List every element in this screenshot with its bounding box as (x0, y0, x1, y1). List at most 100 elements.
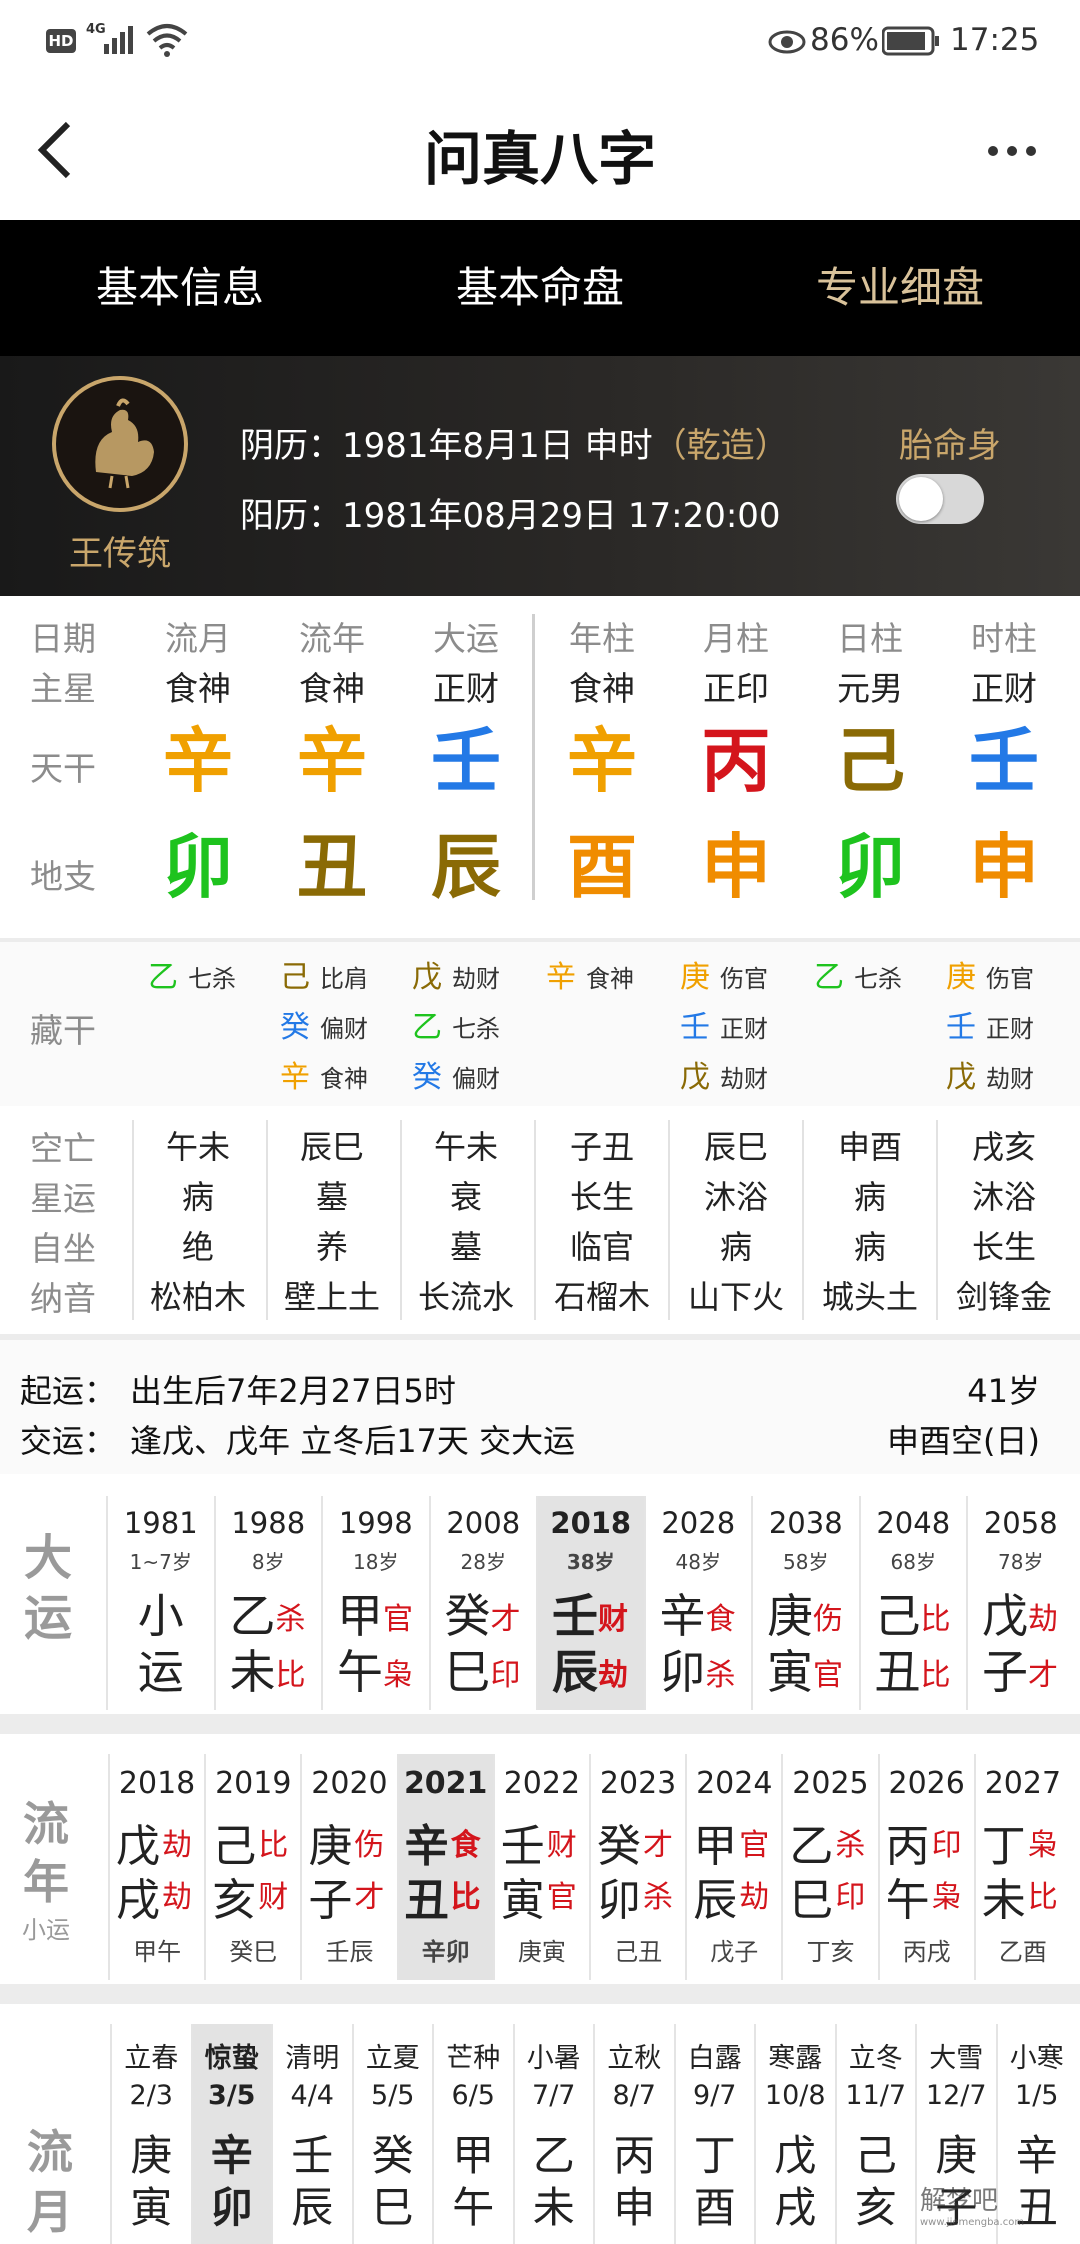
chevron-left-icon[interactable] (30, 118, 80, 182)
liuyue-date: 4/4 (290, 2080, 334, 2111)
hidden-stem-god: 偏财 (320, 1015, 368, 1043)
dayun-column[interactable]: 2048 68岁己比丑比 (858, 1496, 967, 1710)
liunian-branch: 寅 (500, 1875, 545, 1926)
attr-cell: 沐浴 (703, 1178, 768, 1216)
hidden-stem-god: 正财 (720, 1015, 768, 1043)
hidden-stem-item: 己比肩 (280, 952, 368, 996)
liuyue-section: 流 月 立春 2/3 庚寅惊蛰 3/5 辛卯清明 4/4 壬辰立夏 5/5 癸巳芒种 6/5 甲午小… (0, 2004, 1080, 2244)
pillar-stem[interactable]: 丙 (676, 726, 796, 796)
dayun-column[interactable]: 2008 28岁癸才巳印 (428, 1496, 537, 1710)
hidden-stem-item: 乙七杀 (814, 952, 902, 996)
dayun-branch-god: 比 (275, 1658, 306, 1693)
dayun-column[interactable]: 2018 38岁壬财辰劫 (536, 1496, 644, 1710)
dayun-column[interactable]: 1988 8岁乙杀未比 (213, 1496, 322, 1710)
hidden-stem-char: 癸 (412, 1060, 442, 1095)
liuyue-column[interactable]: 立冬 11/7 己亥 (834, 2024, 916, 2244)
attr-cell: 壁上土 (283, 1278, 380, 1316)
dayun-branch: 未 (229, 1645, 276, 1699)
liuyue-column[interactable]: 寒露 10/8 戊戌 (754, 2024, 835, 2244)
xiaoyun-pillar: 丁亥 (806, 1938, 855, 1966)
pillar-stem[interactable]: 辛 (542, 726, 662, 796)
liunian-branch-god: 官 (546, 1880, 577, 1915)
liuyue-column[interactable]: 小暑 7/7 乙未 (512, 2024, 594, 2244)
liuyue-column[interactable]: 立秋 8/7 丙申 (593, 2024, 674, 2244)
liunian-column[interactable]: 2022 壬财寅官庚寅 (492, 1754, 589, 1980)
pillar-stem[interactable]: 辛 (138, 726, 258, 796)
pillar-branch[interactable]: 辰 (406, 832, 526, 902)
pillar-branch[interactable]: 酉 (542, 832, 662, 902)
liunian-column[interactable]: 2027 丁枭未比乙酉 (973, 1754, 1070, 1980)
dayun-column[interactable]: 2058 78岁戊劫子才 (966, 1496, 1074, 1710)
hidden-stem-item: 壬正财 (680, 1002, 768, 1046)
dayun-column[interactable]: 2038 58岁庚伤寅官 (751, 1496, 859, 1710)
pillar-star: 食神 (299, 669, 365, 708)
dayun-column[interactable]: 1981 1~7岁小运 (106, 1496, 214, 1710)
liunian-stem-god: 枭 (1027, 1828, 1058, 1863)
liunian-branch: 亥 (212, 1875, 257, 1926)
pillar-star: 正财 (971, 669, 1037, 708)
pillar-head: 日柱 (837, 619, 903, 658)
pillar-star: 食神 (569, 669, 635, 708)
liunian-year: 2020 (311, 1766, 388, 1801)
liunian-stem-god: 劫 (162, 1828, 192, 1863)
liunian-column[interactable]: 2021 辛食丑比辛卯 (396, 1754, 493, 1980)
liunian-column[interactable]: 2020 庚伤子才壬辰 (300, 1754, 396, 1980)
dayun-column[interactable]: 1998 18岁甲官午枭 (321, 1496, 429, 1710)
watermark-text: 解梦吧 (920, 2186, 999, 2216)
hd-badge: HD (46, 29, 76, 53)
pillar-stem[interactable]: 壬 (944, 726, 1064, 796)
tab-basic-info[interactable]: 基本信息 (0, 220, 360, 356)
pillar-branch[interactable]: 申 (944, 832, 1064, 902)
pillar-branch[interactable]: 丑 (272, 832, 392, 902)
liunian-branch: 丑 (404, 1875, 449, 1926)
more-dots-icon[interactable] (986, 144, 1038, 158)
liunian-column[interactable]: 2024 甲官辰劫戊子 (685, 1754, 781, 1980)
attr-cell: 沐浴 (971, 1178, 1036, 1216)
attr-label-star-luck: 星运 (30, 1179, 96, 1218)
liuyue-column[interactable]: 芒种 6/5 甲午 (432, 2024, 513, 2244)
fetal-toggle[interactable] (896, 474, 984, 524)
liuyue-column[interactable]: 立春 2/3 庚寅 (110, 2024, 191, 2244)
liunian-column[interactable]: 2026 丙印午枭丙戌 (877, 1754, 974, 1980)
dayun-stem-god: 食 (705, 1602, 736, 1637)
hidden-stem-god: 七杀 (452, 1015, 500, 1043)
hidden-stem-item: 癸偏财 (280, 1002, 368, 1046)
dayun-branch: 丑 (874, 1645, 921, 1699)
dayun-stem-god: 伤 (813, 1602, 843, 1637)
dayun-age: 18岁 (353, 1550, 399, 1574)
liunian-column[interactable]: 2019 己比亥财癸巳 (204, 1754, 300, 1980)
hidden-stem-item: 戊劫财 (412, 952, 500, 996)
liunian-branch-god: 杀 (643, 1880, 673, 1915)
battery-icon (882, 26, 939, 56)
pillar-star: 正财 (433, 669, 499, 708)
xiaoyun-pillar: 辛卯 (421, 1938, 470, 1966)
hidden-stem-char: 庚 (680, 960, 710, 995)
dayun-column[interactable]: 2028 48岁辛食卯杀 (643, 1496, 752, 1710)
liunian-column[interactable]: 2018 戊劫戌劫甲午 (108, 1754, 204, 1980)
dayun-stem-god: 杀 (275, 1602, 306, 1637)
pillar-branch[interactable]: 申 (676, 832, 796, 902)
liuyue-column[interactable]: 惊蛰 3/5 辛卯 (190, 2024, 271, 2244)
pillar-stem[interactable]: 壬 (406, 726, 526, 796)
pillar-branch[interactable]: 卯 (810, 832, 930, 902)
avatar[interactable] (52, 376, 188, 512)
liuyue-branch: 寅 (130, 2183, 173, 2232)
xiaoyun-pillar: 癸巳 (229, 1938, 278, 1966)
pillar-branch[interactable]: 卯 (138, 832, 258, 902)
pillar-stem[interactable]: 辛 (272, 726, 392, 796)
liuyue-term: 立夏 (365, 2043, 420, 2074)
attr-label-self-seat: 自坐 (30, 1229, 96, 1268)
tab-pro-chart[interactable]: 专业细盘 (720, 220, 1080, 356)
tab-basic-chart[interactable]: 基本命盘 (360, 220, 720, 356)
attr-cell: 山下火 (687, 1278, 784, 1316)
liunian-column[interactable]: 2025 乙杀巳印丁亥 (781, 1754, 877, 1980)
attr-cell: 戌亥 (971, 1128, 1036, 1166)
pillar-stem[interactable]: 己 (810, 726, 930, 796)
liuyue-column[interactable]: 白露 9/7 丁酉 (673, 2024, 755, 2244)
hidden-stem-god: 偏财 (452, 1065, 500, 1093)
liunian-column[interactable]: 2023 癸才卯杀己丑 (589, 1754, 685, 1980)
liuyue-column[interactable]: 立夏 5/5 癸巳 (351, 2024, 433, 2244)
dayun-age: 28岁 (460, 1550, 506, 1574)
liuyue-column[interactable]: 清明 4/4 壬辰 (271, 2024, 352, 2244)
dayun-section: 大运 1981 1~7岁小运 1988 8岁乙杀未比 1998 18岁甲官午枭 2008 28… (0, 1474, 1080, 1714)
